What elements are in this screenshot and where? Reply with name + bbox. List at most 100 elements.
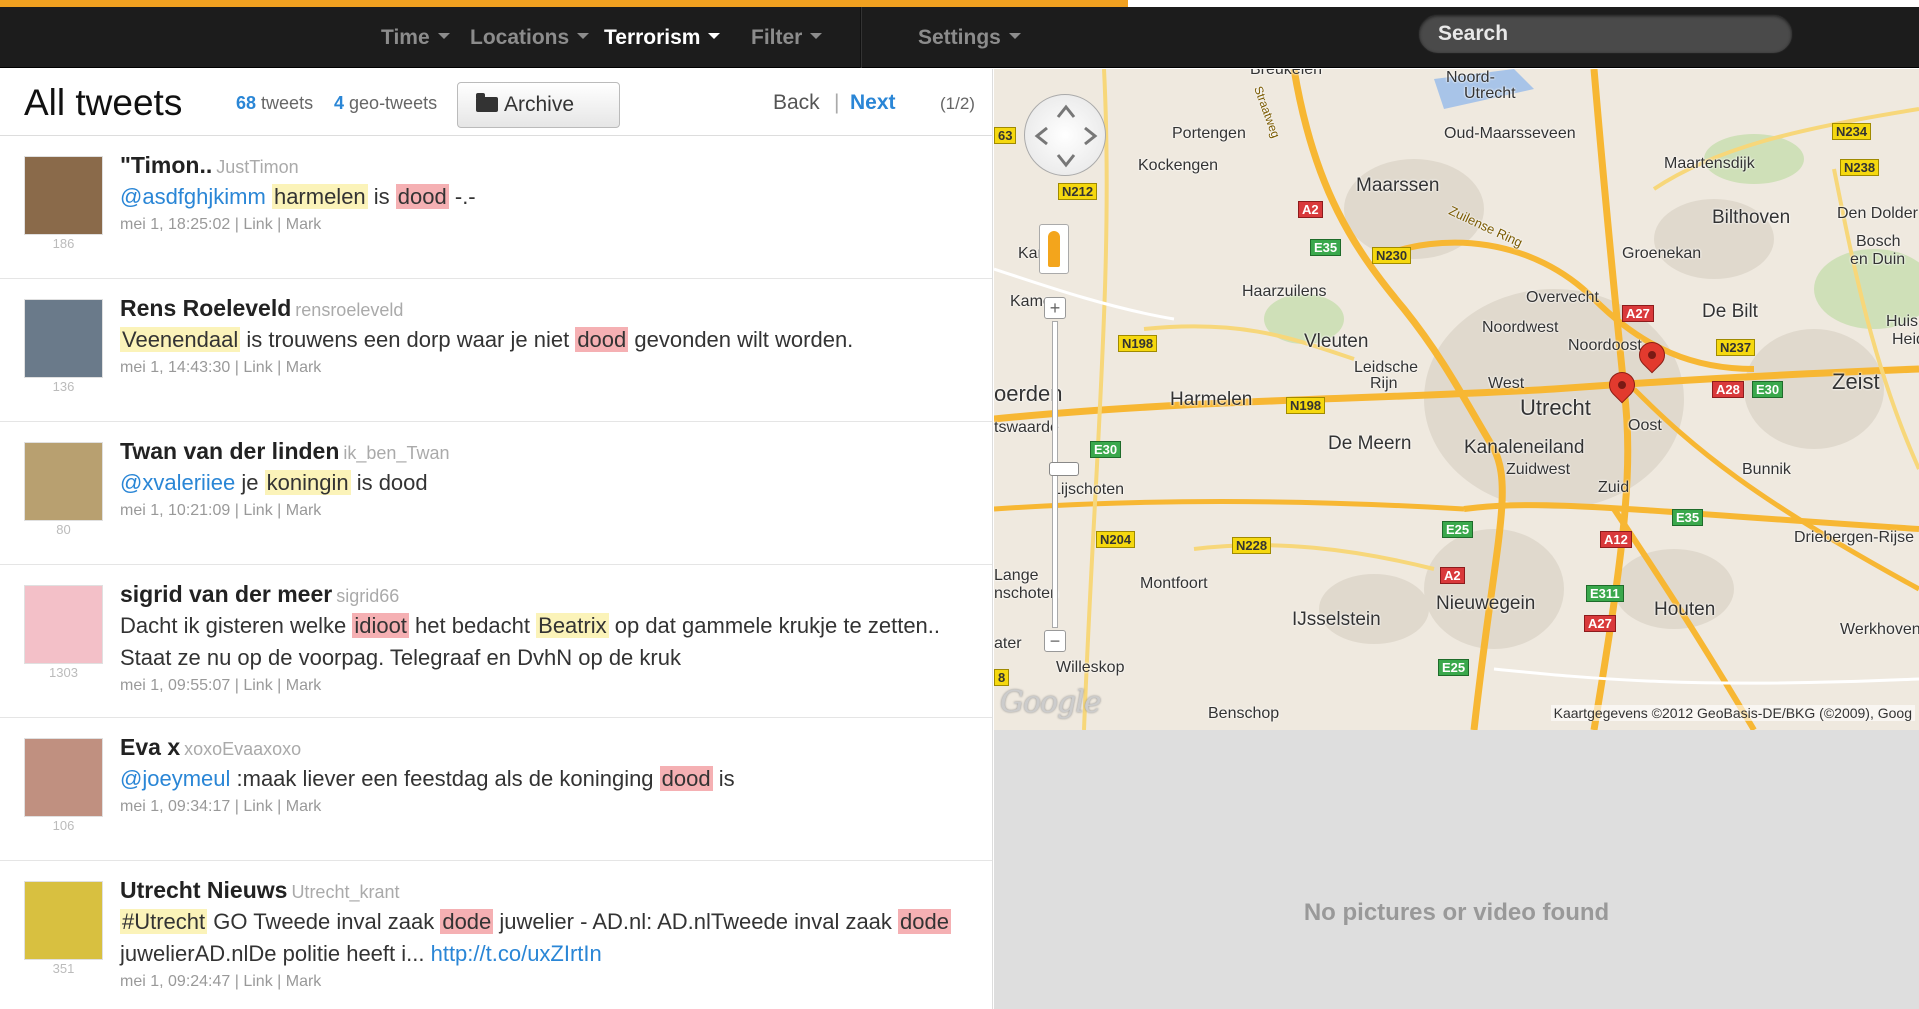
tweet-author-name[interactable]: Eva x xyxy=(120,734,180,760)
archive-button[interactable]: Archive xyxy=(457,82,620,128)
tweet-text-segment: juwelierAD.nlDe politie heeft i... xyxy=(120,941,431,966)
avatar[interactable] xyxy=(24,442,103,521)
tweet-timestamp: mei 1, 18:25:02 xyxy=(120,216,231,233)
avatar[interactable] xyxy=(24,299,103,378)
tweet-link-action[interactable]: Link xyxy=(243,359,272,376)
tweet-row[interactable]: 80 Twan van der linden ik_ben_Twan @xvaleri… xyxy=(0,422,992,565)
folder-icon xyxy=(476,93,498,112)
tweet-author-name[interactable]: Twan van der linden xyxy=(120,438,339,464)
back-link[interactable]: Back xyxy=(773,91,820,115)
map-view[interactable]: Breukelen Noord- Utrecht Portengen Oud-Maars… xyxy=(994,69,1919,730)
tweet-author-name[interactable]: Utrecht Nieuws xyxy=(120,877,287,903)
nav-time-menu[interactable]: Time xyxy=(381,7,450,68)
tweet-text: Veenendaal is trouwens een dorp waar je … xyxy=(120,324,982,356)
tweet-row[interactable]: 106 Eva x xoxoEvaaxoxo @joeymeul :maak liev… xyxy=(0,718,992,861)
nav-time-label: Time xyxy=(381,26,430,49)
tweet-link-action[interactable]: Link xyxy=(243,216,272,233)
zoom-out-button[interactable]: − xyxy=(1044,630,1066,652)
map-place-label: Heid xyxy=(1892,331,1919,348)
tweet-link-action[interactable]: Link xyxy=(243,798,272,815)
search-field[interactable] xyxy=(1418,14,1793,54)
tweet-url-link[interactable]: http://t.co/uxZIrtIn xyxy=(431,941,602,966)
tweet-mark-action[interactable]: Mark xyxy=(286,216,322,233)
zoom-track[interactable] xyxy=(1049,321,1079,628)
avatar[interactable] xyxy=(24,881,103,960)
road-number-sign: N238 xyxy=(1840,159,1880,176)
map-place-label: Haarzuilens xyxy=(1242,283,1327,300)
avatar[interactable] xyxy=(24,738,103,817)
tweet-text-segment: juwelier - AD.nl: AD.nlTweede inval zaak xyxy=(493,909,899,934)
tweet-mention[interactable]: @joeymeul xyxy=(120,766,230,791)
meta-separator: | xyxy=(230,216,244,233)
tweet-meta: mei 1, 10:21:09 | Link | Mark xyxy=(120,502,982,520)
map-pan-control[interactable] xyxy=(1024,94,1106,176)
tweet-timestamp: mei 1, 09:34:17 xyxy=(120,798,231,815)
tweet-author: "Timon.. JustTimon xyxy=(120,152,982,179)
tweets-panel: All tweets 68 tweets 4 geo-tweets Archiv… xyxy=(0,69,993,1009)
road-number-sign: N198 xyxy=(1118,335,1158,352)
tweet-text-segment: GO Tweede inval zaak xyxy=(207,909,441,934)
road-number-sign: 63 xyxy=(994,127,1017,144)
tweet-author-name[interactable]: Rens Roeleveld xyxy=(120,295,291,321)
tweet-timestamp: mei 1, 10:21:09 xyxy=(120,502,231,519)
tweet-link-action[interactable]: Link xyxy=(243,502,272,519)
tweet-text: @asdfghjkimm harmelen is dood -.- xyxy=(120,181,982,213)
tweet-author-handle[interactable]: ik_ben_Twan xyxy=(343,443,449,463)
nav-locations-menu[interactable]: Locations xyxy=(470,7,590,68)
tweet-mark-action[interactable]: Mark xyxy=(286,502,322,519)
map-place-label: Zuidwest xyxy=(1506,461,1571,478)
map-place-label: Driebergen-Rijse xyxy=(1794,529,1915,546)
page-title: All tweets xyxy=(24,82,183,123)
meta-separator: | xyxy=(272,359,286,376)
map-place-label: Nieuwegein xyxy=(1436,593,1536,614)
next-link[interactable]: Next xyxy=(850,91,896,115)
tweet-mark-action[interactable]: Mark xyxy=(286,677,322,694)
tweet-author-name[interactable]: sigrid van der meer xyxy=(120,581,332,607)
zoom-in-button[interactable]: + xyxy=(1044,297,1066,319)
nav-terrorism-menu[interactable]: Terrorism xyxy=(604,7,721,68)
map-zoom-control: + − xyxy=(1044,297,1079,652)
tweet-mark-action[interactable]: Mark xyxy=(286,798,322,815)
road-number-sign: N228 xyxy=(1232,537,1272,554)
tweet-author-handle[interactable]: Utrecht_krant xyxy=(291,882,399,902)
keyword-highlight: koningin xyxy=(264,470,351,495)
zoom-slider-handle[interactable] xyxy=(1049,462,1079,476)
tweets-count[interactable]: 68 tweets xyxy=(236,93,313,114)
tweet-mention[interactable]: @asdfghjkimm xyxy=(120,184,266,209)
nav-settings-menu[interactable]: Settings xyxy=(918,7,1021,68)
tweet-text-segment: Dacht ik gisteren welke xyxy=(120,613,353,638)
map-place-label: Zeist xyxy=(1832,369,1880,394)
threat-word-highlight: dood xyxy=(575,327,629,352)
tweet-mention[interactable]: @xvaleriiee xyxy=(120,470,235,495)
avatar[interactable] xyxy=(24,585,103,664)
geo-tweets-count[interactable]: 4 geo-tweets xyxy=(334,93,437,114)
map-place-label: Kanaleneiland xyxy=(1464,437,1585,458)
tweet-timestamp: mei 1, 14:43:30 xyxy=(120,359,231,376)
tweet-link-action[interactable]: Link xyxy=(243,973,272,990)
tweet-row[interactable]: 351 Utrecht Nieuws Utrecht_krant #Utrecht G… xyxy=(0,861,992,1009)
pager-separator: | xyxy=(834,91,840,114)
road-number-sign: A2 xyxy=(1298,201,1323,218)
tweet-row[interactable]: 136 Rens Roeleveld rensroeleveld Veenendaal… xyxy=(0,279,992,422)
avatar-count: 80 xyxy=(56,522,71,537)
tweet-author-handle[interactable]: xoxoEvaaxoxo xyxy=(184,739,301,759)
map-place-label: Maarssen xyxy=(1356,175,1440,196)
tweet-author-handle[interactable]: JustTimon xyxy=(216,157,298,177)
tweet-text-segment: is xyxy=(712,766,735,791)
tweet-mark-action[interactable]: Mark xyxy=(286,973,322,990)
avatar[interactable] xyxy=(24,156,103,235)
nav-filter-menu[interactable]: Filter xyxy=(751,7,823,68)
tweet-row[interactable]: 1303 sigrid van der meer sigrid66 Dacht ik … xyxy=(0,565,992,718)
tweet-row[interactable]: 186 "Timon.. JustTimon @asdfghjkimm harmele… xyxy=(0,136,992,279)
tweet-author-handle[interactable]: sigrid66 xyxy=(336,586,399,606)
tweet-author-handle[interactable]: rensroeleveld xyxy=(295,300,403,320)
map-place-label: IJsselstein xyxy=(1292,609,1381,630)
tweet-body: "Timon.. JustTimon @asdfghjkimm harmelen i… xyxy=(120,152,982,234)
tweet-link-action[interactable]: Link xyxy=(243,677,272,694)
search-input[interactable] xyxy=(1438,22,1778,46)
tweet-author-name[interactable]: "Timon.. xyxy=(120,152,212,178)
page-indicator: (1/2) xyxy=(940,94,975,113)
tweet-mark-action[interactable]: Mark xyxy=(286,359,322,376)
street-view-pegman-icon[interactable] xyxy=(1039,224,1069,274)
map-place-label: Rijn xyxy=(1370,375,1398,392)
